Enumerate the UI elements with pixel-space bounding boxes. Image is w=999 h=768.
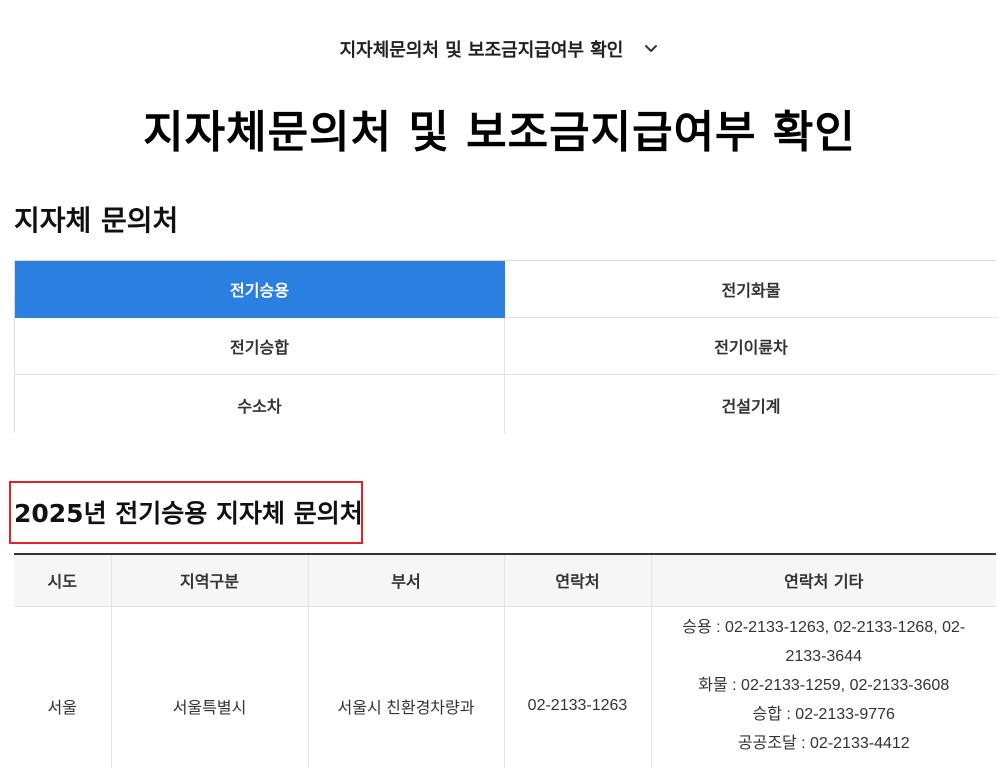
table-row: 서울 서울특별시 서울시 친환경차량과 02-2133-1263 승용 : 02… [14,606,996,768]
cell-sido: 서울 [14,606,112,768]
category-tabs: 전기승용 전기화물 전기승합 전기이륜차 수소차 건설기계 [14,260,997,434]
tab-electric-passenger[interactable]: 전기승용 [15,261,505,318]
tab-electric-truck[interactable]: 전기화물 [505,261,997,318]
cell-region: 서울특별시 [111,606,309,768]
extra-contact-line: 승합 : 02-2133-9776 [752,705,895,723]
breadcrumb-label: 지자체문의처 및 보조금지급여부 확인 [339,40,624,61]
table-header-row: 시도 지역구분 부서 연락처 연락처 기타 [14,554,996,607]
header-phone: 연락처 [504,554,652,607]
cell-phone: 02-2133-1263 [504,606,652,768]
tab-construction-machinery[interactable]: 건설기계 [505,375,997,434]
extra-contact-line: 2133-3644 [785,647,862,665]
cell-department: 서울시 친환경차량과 [308,606,505,768]
chevron-down-icon[interactable] [643,41,659,57]
cell-extra-contact: 승용 : 02-2133-1263, 02-2133-1268, 02- 213… [651,606,996,768]
tab-electric-two-wheeler[interactable]: 전기이륜차 [505,318,997,375]
page-root: 지자체문의처 및 보조금지급여부 확인 지자체문의처 및 보조금지급여부 확인 … [0,0,999,768]
breadcrumb-dropdown[interactable]: 지자체문의처 및 보조금지급여부 확인 [0,36,999,62]
section-title: 지자체 문의처 [14,204,179,237]
extra-contact-line: 승용 : 02-2133-1263, 02-2133-1268, 02- [682,618,966,636]
header-sido: 시도 [14,554,112,607]
header-region: 지역구분 [111,554,309,607]
tab-electric-bus[interactable]: 전기승합 [15,318,505,375]
header-extra-contact: 연락처 기타 [651,554,996,607]
subsection-title: 2025년 전기승용 지자체 문의처 [14,499,363,528]
page-title: 지자체문의처 및 보조금지급여부 확인 [143,107,856,158]
tab-hydrogen-car[interactable]: 수소차 [15,375,505,434]
contact-table: 시도 지역구분 부서 연락처 연락처 기타 서울 서울특별시 서울시 친환경차량… [14,553,996,768]
extra-contact-line: 공공조달 : 02-2133-4412 [737,734,910,752]
extra-contact-line: 화물 : 02-2133-1259, 02-2133-3608 [698,676,950,694]
header-department: 부서 [308,554,505,607]
